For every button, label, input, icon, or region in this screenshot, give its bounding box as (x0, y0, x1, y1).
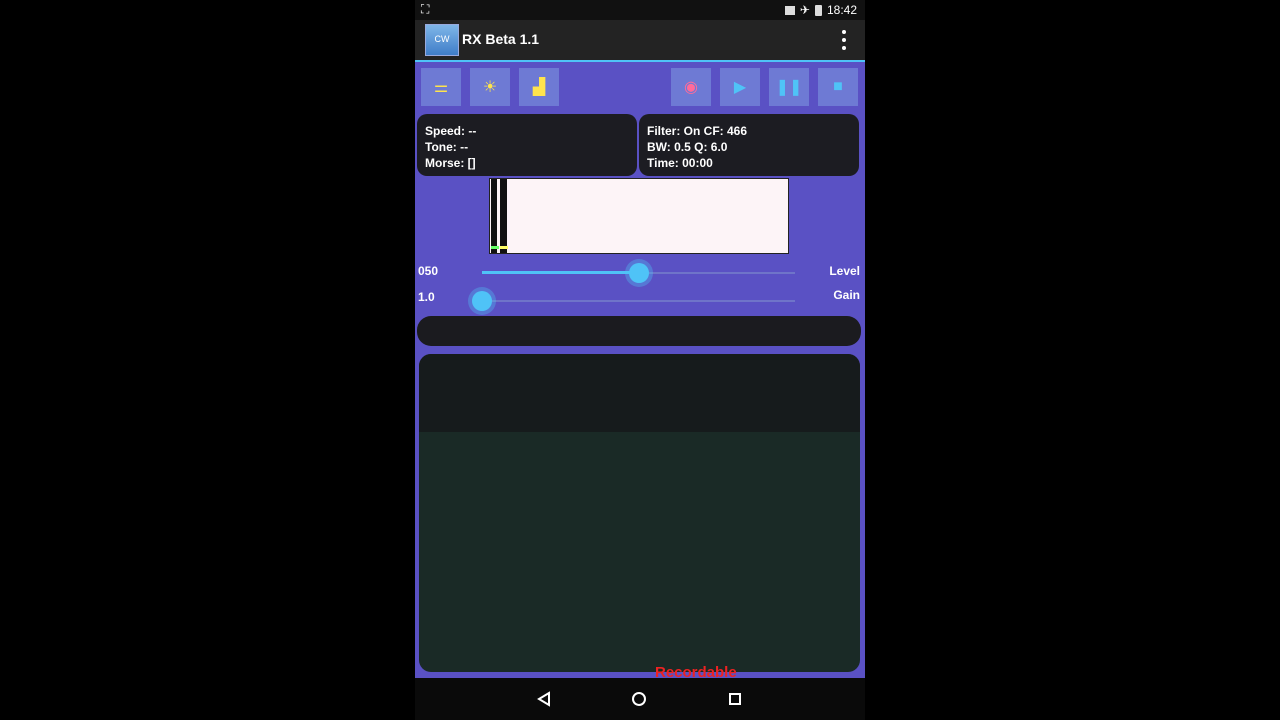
morse-readout: Morse: [] (425, 156, 476, 170)
app-bar: CW RX Beta 1.1 (415, 20, 865, 62)
filter-readout: Filter: On CF: 466 (647, 124, 748, 138)
home-icon (632, 692, 646, 706)
recents-button[interactable] (725, 689, 745, 709)
spectrum-button[interactable]: ▟ (519, 68, 559, 106)
gain-thumb[interactable] (472, 291, 492, 311)
speed-readout: Speed: -- (425, 124, 477, 138)
fullscreen-icon: ⛶ (421, 2, 430, 16)
settings-button[interactable]: ⚌ (421, 68, 461, 106)
recents-icon (729, 693, 741, 705)
record-icon: ◉ (684, 79, 698, 96)
status-time: 18:42 (826, 3, 857, 17)
navigation-bar (415, 678, 865, 720)
brightness-button[interactable]: ☀ (470, 68, 510, 106)
decoded-text-bar (417, 316, 861, 346)
overflow-menu-icon[interactable] (841, 30, 847, 50)
notification-icon (784, 5, 795, 15)
back-icon (537, 691, 550, 707)
sun-icon: ☀ (482, 79, 498, 96)
play-icon: ▶ (733, 79, 747, 96)
pause-icon: ❚❚ (775, 79, 803, 96)
meter-indicator-green (491, 246, 499, 249)
stop-icon: ■ (833, 78, 843, 95)
settings-sliders-icon: ⚌ (433, 79, 449, 96)
signal-meter (489, 178, 789, 254)
app-title: RX Beta 1.1 (462, 31, 540, 47)
gain-label: Gain (833, 288, 860, 302)
bar-chart-icon: ▟ (532, 79, 546, 96)
level-value: 050 (418, 264, 439, 278)
stop-button[interactable]: ■ (818, 68, 858, 106)
bandwidth-readout: BW: 0.5 Q: 6.0 (647, 140, 728, 154)
level-label: Level (829, 264, 860, 278)
status-bar: ⛶ ✈ 18:42 (415, 0, 865, 20)
tone-readout: Tone: -- (425, 140, 469, 154)
time-readout: Time: 00:00 (647, 156, 713, 170)
filter-panel: Filter: On CF: 466 BW: 0.5 Q: 6.0 Time: … (639, 114, 859, 176)
gain-track (482, 300, 795, 302)
level-fill (482, 271, 639, 274)
output-header-band (419, 354, 860, 432)
meter-bar-right (500, 179, 507, 253)
level-thumb[interactable] (628, 263, 649, 283)
gain-value: 1.0 (418, 290, 435, 304)
home-button[interactable] (629, 689, 649, 709)
app-screen: ⛶ ✈ 18:42 CW RX Beta 1.1 ⚌ ☀ ▟ ◉ ▶ ❚❚ ■ … (415, 0, 865, 720)
play-button[interactable]: ▶ (720, 68, 760, 106)
pause-button[interactable]: ❚❚ (769, 68, 809, 106)
decoder-panel: Speed: -- Tone: -- Morse: [] (417, 114, 637, 176)
decoded-output-area (419, 354, 860, 672)
meter-indicator-yellow (500, 246, 508, 249)
app-logo: CW (425, 24, 459, 56)
airplane-mode-icon: ✈ (799, 3, 810, 17)
record-button[interactable]: ◉ (671, 68, 711, 106)
meter-bar-left (491, 179, 497, 253)
back-button[interactable] (534, 689, 554, 709)
battery-icon (814, 4, 822, 16)
